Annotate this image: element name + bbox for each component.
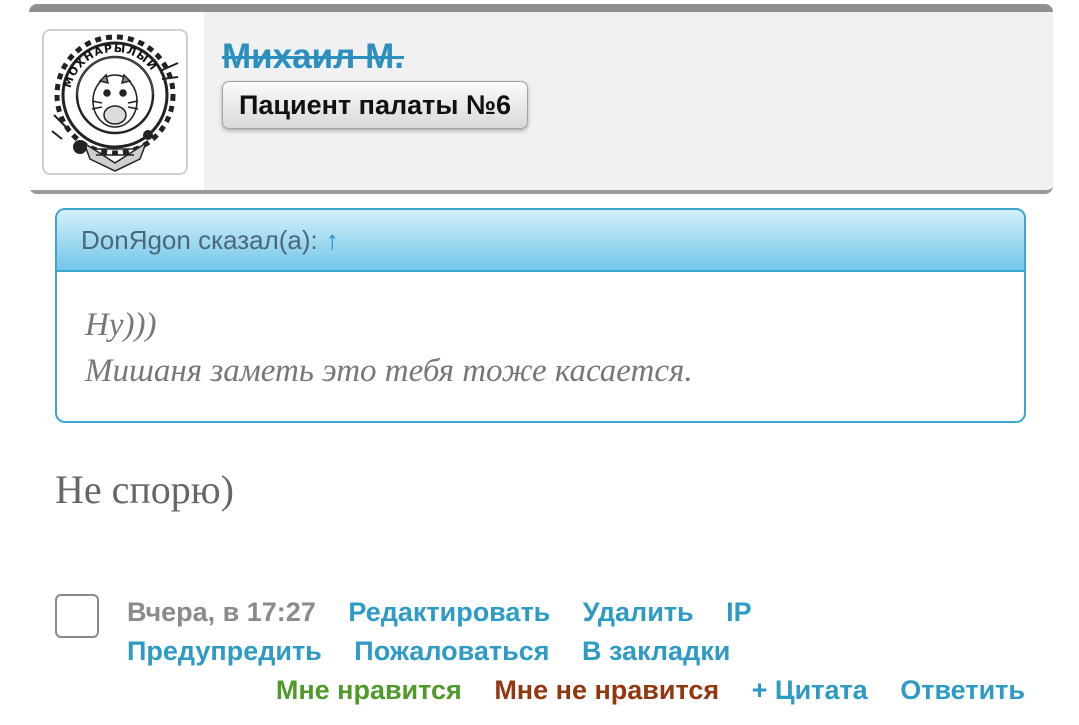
ip-link[interactable]: IP <box>726 597 752 627</box>
go-to-quote-icon[interactable]: ↑ <box>326 225 339 256</box>
quote-line: Ну))) <box>85 307 157 343</box>
like-button[interactable]: Мне нравится <box>276 675 462 705</box>
footer-row-reactions: Мне нравится Мне не нравится + Цитата От… <box>276 672 1025 708</box>
message-text: Не спорю) <box>55 467 235 512</box>
avatar[interactable]: МОХНАРЫЛЫЙ <box>42 29 188 175</box>
quote-button[interactable]: + Цитата <box>752 675 868 705</box>
select-post-checkbox[interactable] <box>55 594 99 638</box>
quote-header: DonЯgon сказал(а): ↑ <box>57 210 1024 272</box>
dislike-button[interactable]: Мне не нравится <box>494 675 719 705</box>
author-card: МОХНАРЫЛЫЙ Михаил М. Пациент палаты №6 <box>29 4 1053 194</box>
avatar-container: МОХНАРЫЛЫЙ <box>29 12 204 190</box>
footer-row-secondary: Предупредить Пожаловаться В закладки <box>127 633 730 669</box>
post-timestamp[interactable]: Вчера, в 17:27 <box>127 597 316 627</box>
quote-line: Мишаня заметь это тебя тоже касается. <box>85 353 693 389</box>
quote-block: DonЯgon сказал(а): ↑ Ну))) Мишаня заметь… <box>55 208 1026 423</box>
reply-button[interactable]: Ответить <box>900 675 1025 705</box>
warn-link[interactable]: Предупредить <box>127 636 322 666</box>
user-title-badge: Пациент палаты №6 <box>222 81 529 129</box>
username[interactable]: Михаил М. <box>222 37 404 77</box>
quote-author: DonЯgon сказал(а): <box>81 224 318 255</box>
bookmark-link[interactable]: В закладки <box>582 636 730 666</box>
report-link[interactable]: Пожаловаться <box>354 636 549 666</box>
footer-row-primary: Вчера, в 17:27 Редактировать Удалить IP <box>127 594 752 630</box>
badge-medal-icon: МОХНАРЫЛЫЙ <box>51 34 179 172</box>
quote-body: Ну))) Мишаня заметь это тебя тоже касает… <box>57 272 1024 394</box>
edit-link[interactable]: Редактировать <box>348 597 550 627</box>
delete-link[interactable]: Удалить <box>583 597 694 627</box>
